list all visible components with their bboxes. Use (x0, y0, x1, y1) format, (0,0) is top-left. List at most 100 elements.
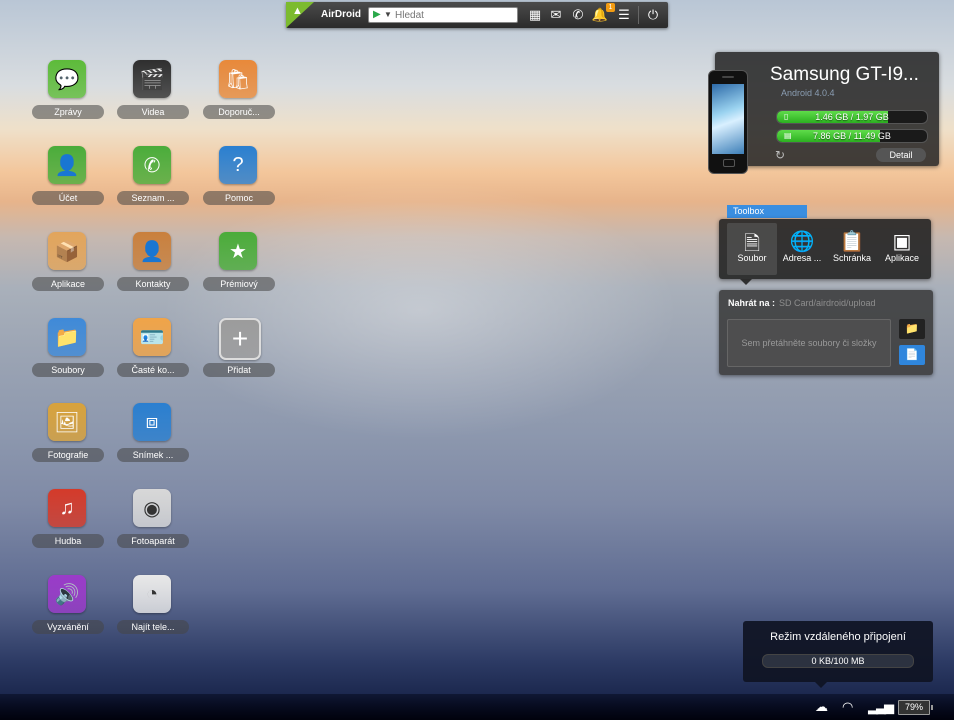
app-label: Aplikace (32, 277, 104, 291)
upload-panel: Nahrát na : SD Card/airdroid/upload Sem … (719, 290, 933, 375)
tool-label: Soubor (737, 253, 767, 263)
menu-icon[interactable]: ☰ (615, 6, 633, 24)
tool-apps[interactable]: ▣ Aplikace (877, 223, 927, 275)
status-bar: ☁ ◠ ▂▃▅ 79% (0, 694, 954, 720)
app-label: Kontakty (117, 277, 189, 291)
app-photo[interactable]: 🖼 Fotografie (28, 403, 108, 483)
clipboard-icon: 📋 (839, 231, 865, 253)
phone-icon: ✆ (133, 146, 171, 184)
upload-folder-button[interactable]: 📁 (899, 319, 925, 339)
app-plus[interactable]: + Přidat (199, 318, 279, 398)
app-label: Hudba (32, 534, 104, 548)
tool-globe[interactable]: 🌐 Adresa ... (777, 223, 827, 275)
refresh-icon[interactable]: ↻ (775, 148, 785, 162)
upload-path[interactable]: SD Card/airdroid/upload (779, 298, 876, 308)
remote-usage-bar: 0 KB/100 MB (762, 654, 914, 668)
app-folder[interactable]: 📁 Soubory (28, 318, 108, 398)
phone-speaker (722, 76, 734, 78)
shopping-bag-icon: 🛍 (219, 60, 257, 98)
search-box[interactable]: ▶ ▼ (368, 7, 518, 23)
app-radar[interactable]: ◔ Najít tele... (113, 575, 193, 655)
storage-text-internal: 1.46 GB / 1.97 GB (815, 112, 889, 122)
app-shopping-bag[interactable]: 🛍 Doporuč... (199, 60, 279, 140)
app-clapperboard[interactable]: 🎬 Videa (113, 60, 193, 140)
contact-card-icon: 🪪 (133, 318, 171, 356)
app-label: Videa (117, 105, 189, 119)
app-address-book[interactable]: 👤 Kontakty (113, 232, 193, 312)
detail-button[interactable]: Detail (876, 148, 926, 162)
radar-icon: ◔ (133, 575, 171, 613)
airdroid-logo[interactable]: ▲ AirDroid (286, 2, 364, 28)
address-book-icon: 👤 (133, 232, 171, 270)
message-icon: 💬 (48, 60, 86, 98)
device-name: Samsung GT-I9... (770, 64, 919, 85)
cloud-connection-icon[interactable]: ☁ (815, 699, 828, 715)
photo-icon: 🖼 (48, 403, 86, 441)
app-phone[interactable]: ✆ Seznam ... (113, 146, 193, 226)
top-bar: ▲ AirDroid ▶ ▼ ▦ ✉ ✆ 🔔 1 ☰ ⏻ (286, 2, 668, 28)
app-crop[interactable]: ⧈ Snímek ... (113, 403, 193, 483)
toolbox-panel: 🗎 Soubor 🌐 Adresa ... 📋 Schránka ▣ Aplikace (719, 219, 931, 279)
app-label: Soubory (32, 363, 104, 377)
clapperboard-icon: 🎬 (133, 60, 171, 98)
phone-screen (712, 84, 744, 154)
app-label: Vyzvánění (32, 620, 104, 634)
help-icon: ? (219, 146, 257, 184)
toolbox-pointer (740, 279, 752, 285)
app-star[interactable]: ★ Prémiový (199, 232, 279, 312)
folder-icon: 📁 (48, 318, 86, 356)
tool-file[interactable]: 🗎 Soubor (727, 223, 777, 275)
remote-mode-popup: Režim vzdáleného připojení 0 KB/100 MB (743, 621, 933, 682)
brand-name: AirDroid (321, 9, 361, 20)
apps-icon: ▣ (892, 231, 912, 253)
tool-clipboard[interactable]: 📋 Schránka (827, 223, 877, 275)
app-user[interactable]: 👤 Účet (28, 146, 108, 226)
upload-file-button[interactable]: 📄 (899, 345, 925, 365)
remote-popup-pointer (815, 682, 827, 688)
storage-bar-sd: ▤ 7.86 GB / 11.49 GB (776, 129, 928, 143)
tool-label: Schránka (832, 253, 872, 263)
grid-icon[interactable]: ▦ (526, 6, 544, 24)
speaker-icon: 🔊 (48, 575, 86, 613)
plus-icon: + (219, 318, 261, 360)
notification-badge: 1 (606, 3, 615, 12)
app-speaker[interactable]: 🔊 Vyzvánění (28, 575, 108, 655)
device-card: Samsung GT-I9... Android 4.0.4 ▯ 1.46 GB… (708, 52, 939, 174)
remote-mode-title: Režim vzdáleného připojení (770, 631, 906, 643)
app-camera[interactable]: ◉ Fotoaparát (113, 489, 193, 569)
search-input[interactable] (395, 8, 515, 22)
phone-image (708, 70, 748, 174)
separator (638, 6, 639, 24)
app-message[interactable]: 💬 Zprávy (28, 60, 108, 140)
app-label: Účet (32, 191, 104, 205)
app-help[interactable]: ? Pomoc (199, 146, 279, 226)
app-label: Fotografie (32, 448, 104, 462)
drop-zone[interactable]: Sem přetáhněte soubory či složky (727, 319, 891, 367)
app-music[interactable]: ♫ Hudba (28, 489, 108, 569)
file-icon: 🗎 (743, 233, 761, 255)
phone-icon[interactable]: ✆ (569, 6, 587, 24)
storage-bar-internal: ▯ 1.46 GB / 1.97 GB (776, 110, 928, 124)
app-label: Časté ko... (117, 363, 189, 377)
signal-icon: ▂▃▅ (868, 699, 894, 714)
package-icon: 📦 (48, 232, 86, 270)
toolbox-tab[interactable]: Toolbox (727, 205, 807, 218)
app-label: Zprávy (32, 105, 104, 119)
globe-icon: 🌐 (789, 231, 815, 253)
chevron-down-icon[interactable]: ▼ (384, 10, 392, 19)
star-icon: ★ (219, 232, 257, 270)
phone-home-button (723, 159, 735, 167)
upload-label: Nahrát na : (728, 298, 776, 308)
app-label: Pomoc (203, 191, 275, 205)
app-label: Prémiový (203, 277, 275, 291)
camera-icon: ◉ (133, 489, 171, 527)
app-contact-card[interactable]: 🪪 Časté ko... (113, 318, 193, 398)
app-package[interactable]: 📦 Aplikace (28, 232, 108, 312)
power-icon[interactable]: ⏻ (644, 6, 662, 24)
mail-icon[interactable]: ✉ (547, 6, 565, 24)
storage-text-sd: 7.86 GB / 11.49 GB (813, 131, 891, 141)
app-label: Najít tele... (117, 620, 189, 634)
android-robot-icon: ▲ (292, 5, 303, 17)
user-icon: 👤 (48, 146, 86, 184)
google-play-icon[interactable]: ▶ (373, 9, 381, 20)
